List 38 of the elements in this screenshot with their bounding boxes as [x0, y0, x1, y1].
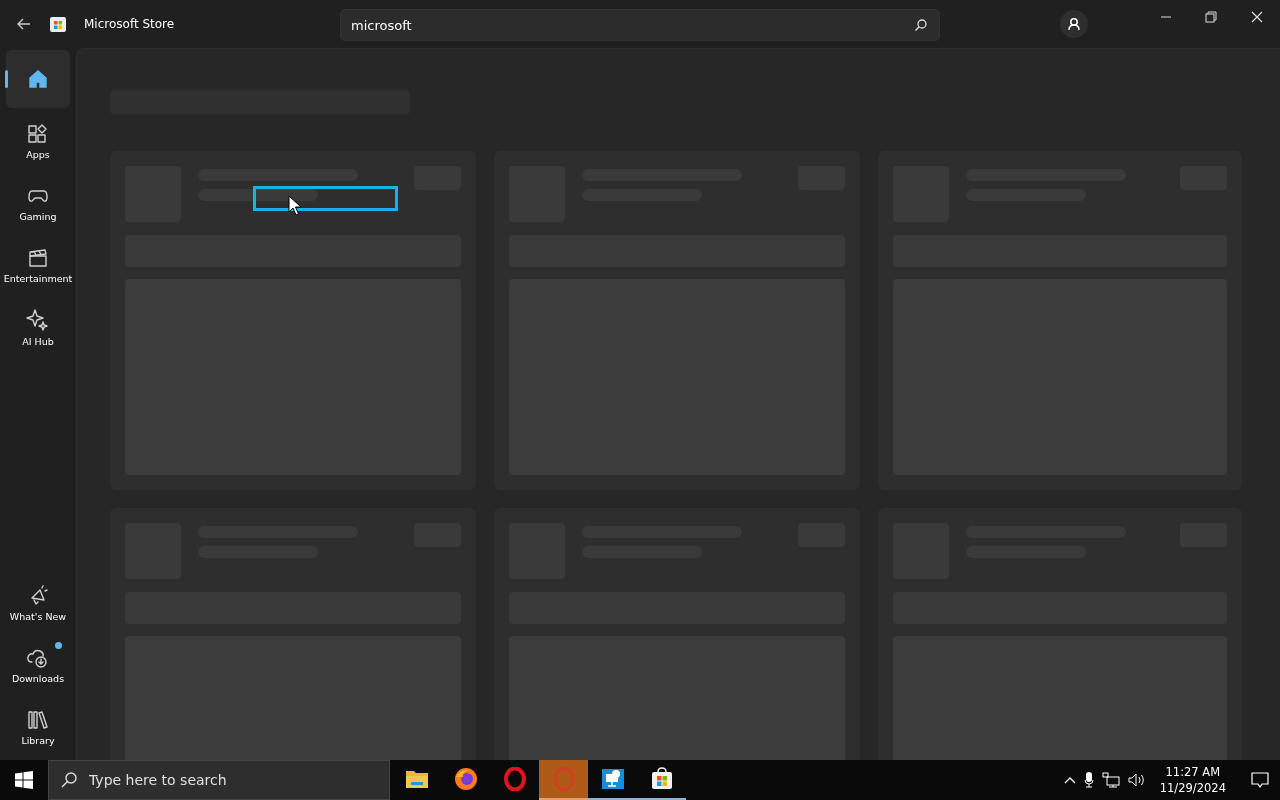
books-icon: [27, 708, 49, 731]
folder-icon: [404, 768, 429, 790]
search-icon: [914, 18, 928, 32]
notification-dot: [55, 642, 62, 649]
nav-item[interactable]: Entertainment: [6, 236, 70, 294]
sparkle-icon: [26, 307, 50, 332]
nav-item[interactable]: [6, 50, 70, 108]
close-icon: [1251, 11, 1263, 23]
store-icon: [50, 16, 66, 32]
windows-logo-icon: [15, 771, 33, 789]
search-field[interactable]: microsoft: [340, 9, 940, 41]
speech-bubble-icon: [1251, 772, 1269, 788]
nav-item[interactable]: Apps: [6, 112, 70, 170]
store-icon: [649, 767, 674, 791]
home-icon: [27, 68, 49, 90]
clapperboard-icon: [27, 246, 49, 269]
nav-item[interactable]: AI Hub: [6, 298, 70, 356]
clock-date: 11/29/2024: [1159, 780, 1226, 796]
cursor-icon: [288, 195, 302, 217]
network-icon[interactable]: [1101, 772, 1120, 788]
nav-item[interactable]: What's New: [6, 574, 70, 632]
apps-icon: [27, 122, 49, 145]
taskbar-search-field[interactable]: Type here to search: [48, 760, 390, 800]
chevron-up-icon[interactable]: [1063, 776, 1076, 784]
clock-time: 11:27 AM: [1165, 764, 1221, 780]
person-icon: [1067, 17, 1081, 31]
window-title: Microsoft Store: [84, 17, 175, 31]
ring-logo-icon: [502, 767, 527, 791]
restore-icon: [1205, 11, 1217, 23]
ring-logo-icon: [551, 767, 576, 791]
browser-icon: [453, 767, 478, 791]
nav-item[interactable]: Library: [6, 698, 70, 756]
speaker-icon[interactable]: [1127, 772, 1146, 788]
monitor-icon: [600, 767, 625, 791]
nav-item[interactable]: Downloads: [6, 636, 70, 694]
nav-item[interactable]: Gaming: [6, 174, 70, 232]
account-button[interactable]: [1060, 10, 1088, 38]
microphone-icon[interactable]: [1083, 772, 1094, 788]
